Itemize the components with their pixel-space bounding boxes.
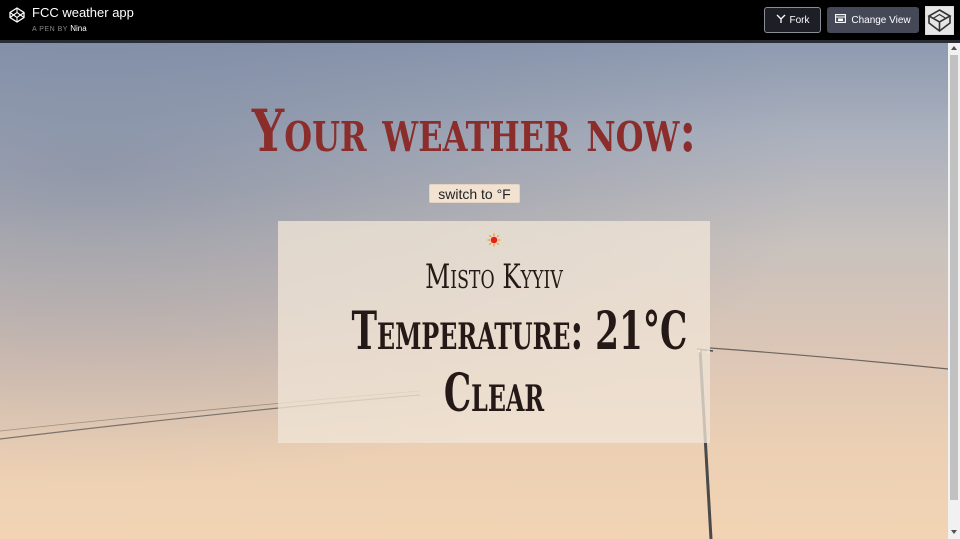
page-headline: Your weather now: — [251, 97, 697, 165]
layout-icon — [835, 14, 847, 26]
scrollbar-thumb[interactable] — [950, 55, 958, 500]
codepen-header: FCC weather app A PEN BY Nina Fork Chang… — [0, 0, 960, 40]
scroll-down-arrow-icon[interactable] — [951, 530, 957, 534]
weather-condition: Clear — [443, 363, 545, 424]
change-view-label: Change View — [851, 14, 911, 26]
unit-switch-button[interactable]: switch to °F — [429, 184, 520, 203]
fork-label: Fork — [789, 14, 810, 26]
pen-byline: A PEN BY Nina — [32, 24, 87, 33]
codepen-logo-icon[interactable] — [9, 7, 25, 23]
pen-by-prefix: A PEN BY — [32, 26, 68, 33]
pen-author-link[interactable]: Nina — [70, 24, 86, 33]
sun-icon — [487, 233, 501, 247]
pen-title[interactable]: FCC weather app — [32, 5, 134, 20]
fork-icon — [776, 14, 786, 27]
fork-button[interactable]: Fork — [764, 7, 821, 33]
change-view-button[interactable]: Change View — [827, 7, 919, 33]
scroll-up-arrow-icon[interactable] — [951, 46, 957, 50]
vertical-scrollbar[interactable] — [948, 43, 960, 539]
temperature-reading: Temperature: 21°C — [351, 301, 688, 362]
city-name: Misto Kyyiv — [425, 257, 563, 297]
weather-card: Misto Kyyiv Temperature: 21°C Clear — [278, 221, 710, 443]
weather-app-preview: Your weather now: switch to °F Misto Kyy… — [0, 43, 948, 539]
user-avatar[interactable] — [925, 6, 954, 35]
